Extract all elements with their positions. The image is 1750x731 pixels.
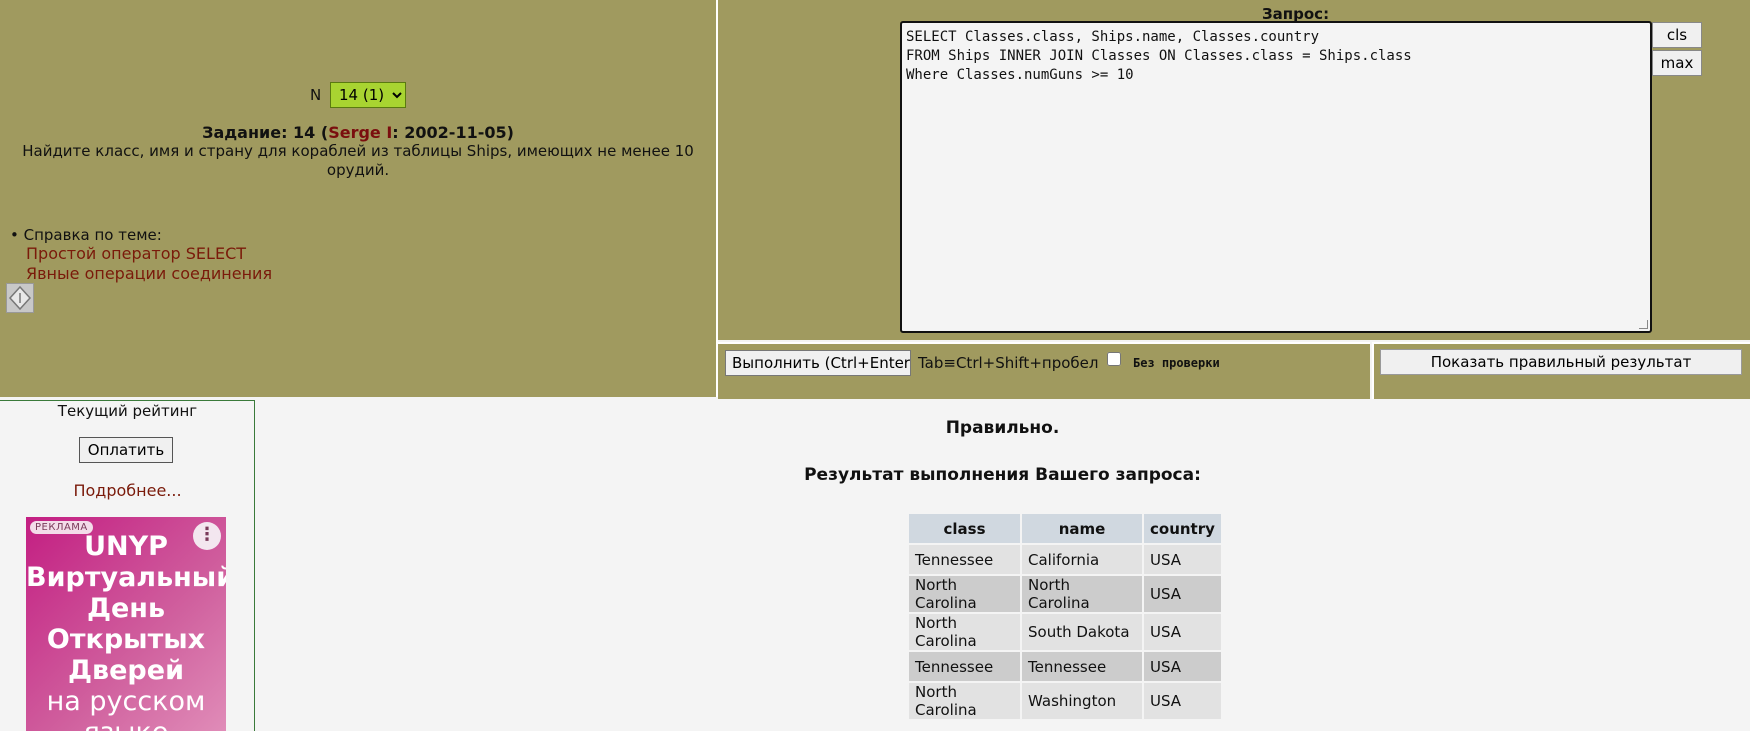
table-cell: California [1022, 545, 1142, 574]
task-author-link[interactable]: Serge I [328, 123, 392, 142]
table-cell: Tennessee [909, 652, 1020, 681]
ad-text: UNYP Виртуальный День Открытых Дверей на… [26, 531, 226, 731]
result-table: class name country Tennessee California … [907, 512, 1223, 721]
task-title: Задание: 14 (Serge I: 2002-11-05) [0, 123, 716, 142]
column-header-country: country [1144, 514, 1221, 543]
task-title-suffix: : 2002-11-05) [392, 123, 514, 142]
info-diamond-icon[interactable] [6, 283, 34, 313]
column-header-name: name [1022, 514, 1142, 543]
table-cell: Tennessee [1022, 652, 1142, 681]
help-link-select[interactable]: Простой оператор SELECT [26, 244, 272, 264]
ad-line: День [86, 593, 166, 624]
table-cell: USA [1144, 683, 1221, 719]
table-cell: USA [1144, 545, 1221, 574]
table-cell: North Carolina [909, 614, 1020, 650]
table-cell: Tennessee [909, 545, 1020, 574]
task-selector-row: N 14 (1) [0, 82, 716, 108]
task-number-label: N [309, 86, 322, 104]
result-status: Правильно. [945, 418, 1060, 438]
help-section: • Справка по теме: Простой оператор SELE… [10, 226, 272, 284]
help-heading: • Справка по теме: [10, 226, 162, 244]
task-number-select[interactable]: 14 (1) [330, 82, 406, 108]
ad-line: Дверей [67, 655, 184, 686]
table-cell: North Carolina [909, 576, 1020, 612]
ad-line: на русском [46, 686, 206, 717]
pay-button[interactable]: Оплатить [79, 437, 173, 463]
table-row: North Carolina Washington USA [909, 683, 1221, 719]
table-cell: North Carolina [909, 683, 1020, 719]
tab-hint: Tab≡Ctrl+Shift+пробел [918, 354, 1099, 372]
ad-line: языке [26, 717, 226, 731]
table-header-row: class name country [909, 514, 1221, 543]
table-row: North Carolina North Carolina USA [909, 576, 1221, 612]
clear-button[interactable]: cls [1652, 22, 1702, 48]
execute-button[interactable]: Выполнить (Ctrl+Enter) [725, 350, 911, 376]
table-row: North Carolina South Dakota USA [909, 614, 1221, 650]
no-check-checkbox[interactable] [1107, 352, 1121, 366]
table-cell: USA [1144, 576, 1221, 612]
column-header-class: class [909, 514, 1020, 543]
table-cell: USA [1144, 652, 1221, 681]
sql-editor[interactable]: SELECT Classes.class, Ships.name, Classe… [900, 21, 1652, 333]
help-link-joins[interactable]: Явные операции соединения [26, 264, 272, 284]
table-cell: North Carolina [1022, 576, 1142, 612]
task-title-prefix: Задание: 14 ( [202, 123, 329, 142]
table-row: Tennessee California USA [909, 545, 1221, 574]
table-cell: Washington [1022, 683, 1142, 719]
rating-title: Текущий рейтинг [57, 402, 198, 420]
ad-line: UNYP [84, 531, 168, 562]
no-check-label[interactable]: Без проверки [1133, 356, 1220, 370]
ad-line: Открытых [46, 624, 206, 655]
maximize-button[interactable]: max [1652, 50, 1702, 76]
task-panel [0, 0, 718, 397]
ad-banner[interactable]: РЕКЛАМА ⋮ UNYP Виртуальный День Открытых… [26, 517, 226, 731]
ad-line: Виртуальный [26, 562, 226, 593]
show-correct-result-button[interactable]: Показать правильный результат [1380, 349, 1742, 375]
result-title: Результат выполнения Вашего запроса: [804, 465, 1201, 485]
more-info-link[interactable]: Подробнее... [0, 481, 255, 500]
table-cell: South Dakota [1022, 614, 1142, 650]
table-row: Tennessee Tennessee USA [909, 652, 1221, 681]
task-description: Найдите класс, имя и страну для кораблей… [22, 142, 694, 179]
table-cell: USA [1144, 614, 1221, 650]
